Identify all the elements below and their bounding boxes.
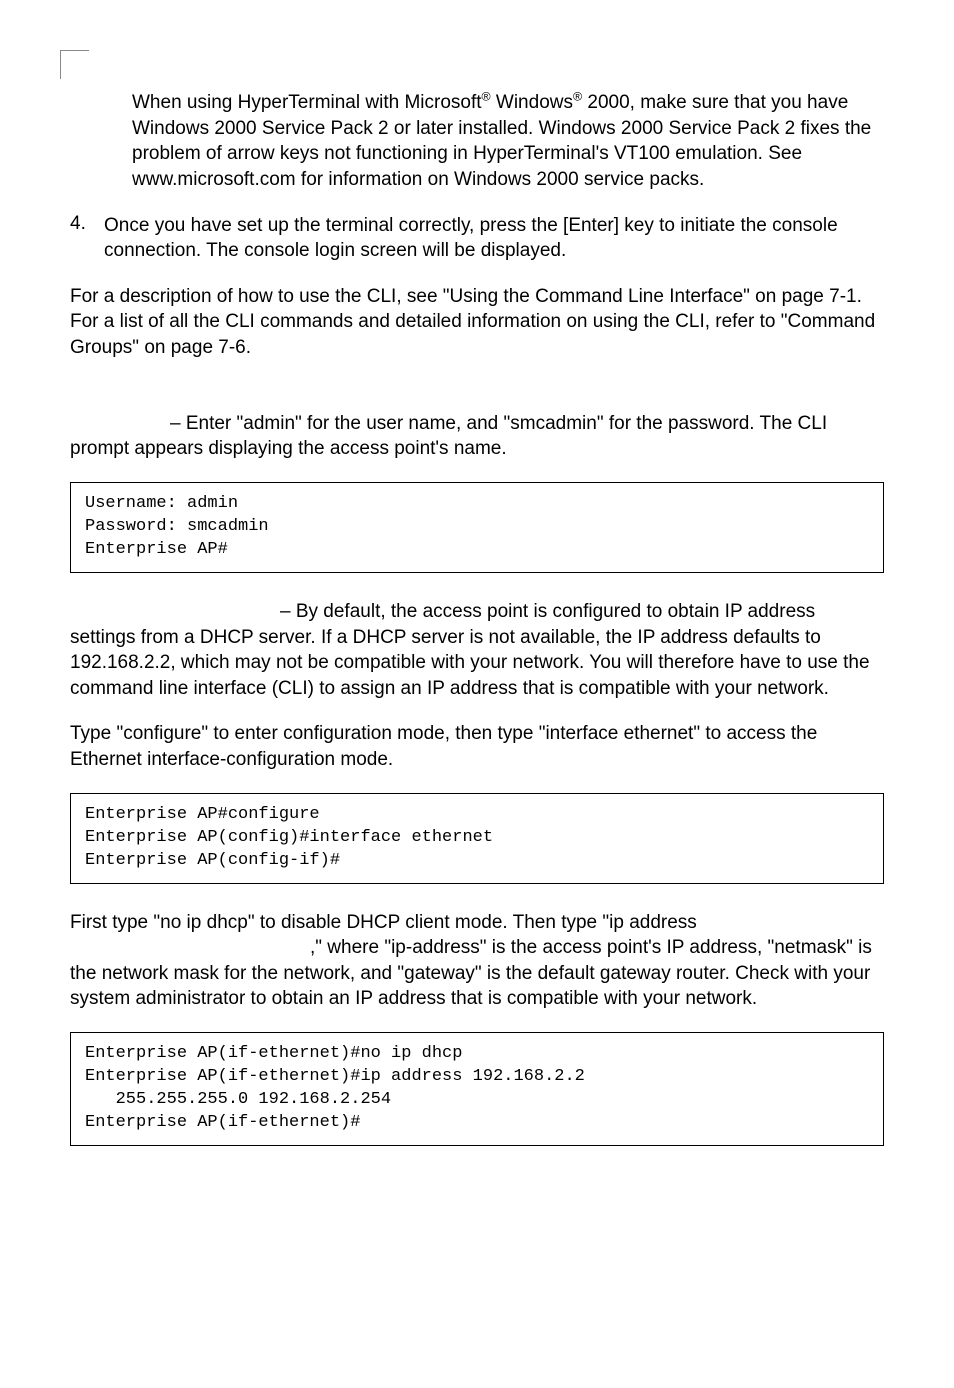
- step-4-text: Once you have set up the terminal correc…: [104, 213, 884, 264]
- code-dhcp: Enterprise AP(if-ethernet)#no ip dhcp En…: [70, 1032, 884, 1146]
- spacer: [70, 381, 884, 411]
- step-4: 4. Once you have set up the terminal cor…: [70, 213, 884, 264]
- note-text-1: When using HyperTerminal with Microsoft: [132, 92, 482, 113]
- reg-symbol-1: ®: [482, 90, 491, 104]
- reg-symbol-2: ®: [573, 90, 582, 104]
- dhcp-text-line2: ," where "ip-address" is the access poin…: [70, 937, 872, 1009]
- dhcp-text-line1: First type "no ip dhcp" to disable DHCP …: [70, 912, 697, 933]
- corner-mark: [60, 50, 89, 79]
- configure-mode-paragraph: Type "configure" to enter configuration …: [70, 721, 884, 772]
- code-configure: Enterprise AP#configure Enterprise AP(co…: [70, 793, 884, 884]
- login-paragraph: – Enter "admin" for the user name, and "…: [70, 411, 884, 462]
- login-text: – Enter "admin" for the user name, and "…: [70, 413, 827, 460]
- ip-config-text: – By default, the access point is config…: [70, 601, 870, 699]
- ip-config-paragraph: – By default, the access point is config…: [70, 599, 884, 702]
- note-hyperterminal: When using HyperTerminal with Microsoft®…: [132, 90, 884, 193]
- code-login: Username: admin Password: smcadmin Enter…: [70, 482, 884, 573]
- cli-reference-paragraph: For a description of how to use the CLI,…: [70, 284, 884, 361]
- dhcp-paragraph: First type "no ip dhcp" to disable DHCP …: [70, 910, 884, 1013]
- note-text-2: Windows: [491, 92, 573, 113]
- document-page: When using HyperTerminal with Microsoft®…: [0, 0, 954, 1388]
- step-4-number: 4.: [70, 213, 104, 264]
